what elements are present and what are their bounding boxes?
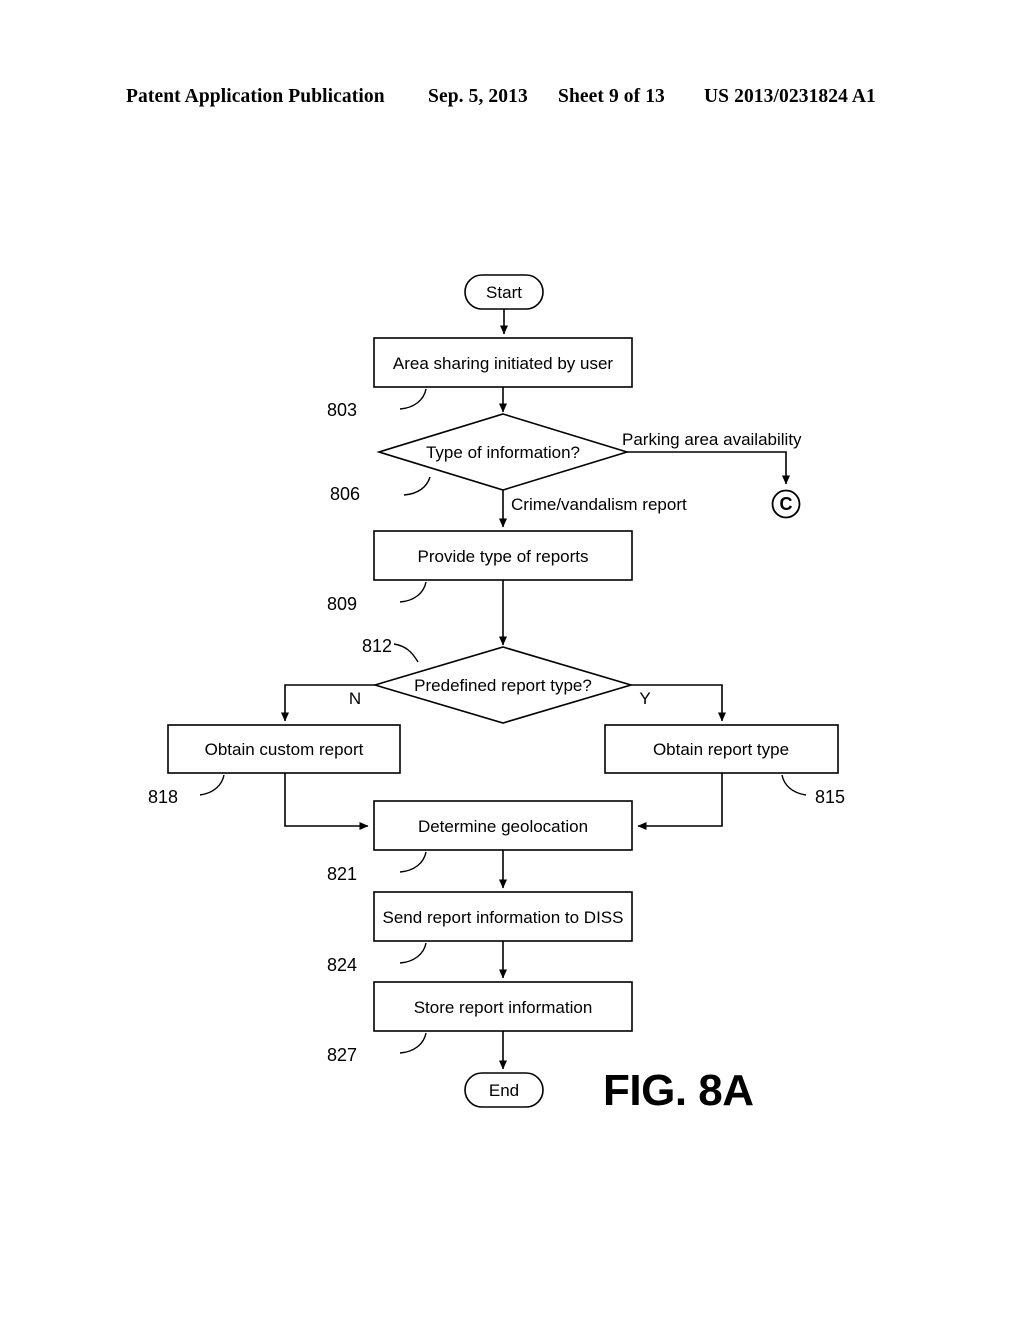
edge-label-crime: Crime/vandalism report (511, 495, 687, 514)
node-824-label: Send report information to DISS (383, 908, 624, 927)
node-812: Predefined report type? (372, 646, 634, 724)
flowchart-diagram: Start Area sharing initiated by user 803… (148, 274, 845, 1108)
node-809-label: Provide type of reports (417, 547, 588, 566)
ref-809: 809 (327, 594, 357, 614)
node-812-label: Predefined report type? (414, 676, 592, 695)
node-821: Determine geolocation (373, 800, 633, 851)
node-803: Area sharing initiated by user (373, 337, 633, 388)
leader-818 (199, 774, 225, 796)
node-818-label: Obtain custom report (205, 740, 364, 759)
node-start-label: Start (486, 283, 522, 302)
edge-label-yes: Y (639, 689, 650, 708)
node-start: Start (464, 274, 544, 310)
node-818: Obtain custom report (167, 724, 401, 774)
figure-caption: FIG. 8A (603, 1066, 754, 1115)
node-806-label: Type of information? (426, 443, 580, 462)
edge-label-no: N (349, 689, 361, 708)
edge-812-no (281, 684, 375, 722)
node-803-label: Area sharing initiated by user (393, 354, 614, 373)
node-821-label: Determine geolocation (418, 817, 588, 836)
ref-818: 818 (148, 787, 178, 807)
ref-806: 806 (330, 484, 360, 504)
leader-821 (399, 851, 427, 873)
edge-818-to-821 (284, 773, 369, 830)
patent-page: Patent Application Publication Sep. 5, 2… (0, 0, 1024, 1320)
connector-c: C (771, 489, 801, 519)
leader-809 (399, 581, 427, 603)
ref-824: 824 (327, 955, 357, 975)
connector-c-label: C (780, 494, 793, 514)
node-806: Type of information? (376, 413, 630, 491)
leader-812 (393, 643, 419, 663)
node-end: End (464, 1072, 544, 1108)
node-815-label: Obtain report type (653, 740, 789, 759)
node-815: Obtain report type (604, 724, 839, 774)
edge-label-parking: Parking area availability (622, 430, 802, 449)
leader-806 (403, 476, 431, 496)
ref-812: 812 (362, 636, 392, 656)
ref-821: 821 (327, 864, 357, 884)
ref-815: 815 (815, 787, 845, 807)
leader-824 (399, 942, 427, 964)
node-809: Provide type of reports (373, 530, 633, 581)
node-824: Send report information to DISS (373, 891, 633, 942)
node-827: Store report information (373, 981, 633, 1032)
node-827-label: Store report information (414, 998, 593, 1017)
leader-803 (399, 388, 427, 410)
leader-815 (781, 774, 807, 796)
ref-803: 803 (327, 400, 357, 420)
edge-815-to-821 (637, 773, 723, 830)
leader-827 (399, 1032, 427, 1054)
edge-806-to-connector-c (627, 451, 790, 485)
ref-827: 827 (327, 1045, 357, 1065)
node-end-label: End (489, 1081, 519, 1100)
